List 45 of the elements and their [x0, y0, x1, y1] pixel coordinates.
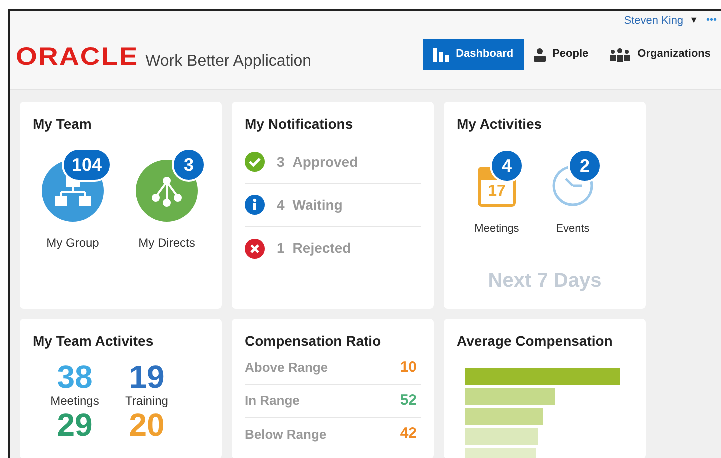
card-title: My Team Activites — [33, 332, 155, 351]
stat-value: 29 — [57, 408, 93, 442]
notification-label: Rejected — [292, 239, 352, 258]
card-title: My Team — [33, 115, 93, 134]
notification-label: Waiting — [292, 196, 343, 215]
people-group-icon — [608, 48, 631, 62]
team-label: My Directs — [138, 235, 196, 252]
card-title: Compensation Ratio — [245, 332, 382, 351]
check-icon — [245, 152, 265, 172]
range-value: 10 — [400, 358, 417, 378]
stat-value: 20 — [129, 408, 165, 442]
range-value: 42 — [400, 424, 417, 444]
range-label: Above Range — [245, 359, 328, 378]
nav-tab[interactable]: Dashboard — [423, 39, 524, 70]
range-value: 52 — [400, 390, 417, 411]
activity-label: Meetings — [474, 222, 520, 237]
card-title: My Notifications — [245, 115, 354, 134]
team-label: My Group — [46, 235, 100, 252]
notification-count: 3 — [277, 152, 285, 172]
notification-count: 4 — [277, 196, 285, 214]
person-icon — [534, 48, 546, 62]
count-badge: 104 — [62, 148, 112, 182]
app-title: Work Better Application — [146, 54, 312, 70]
oracle-logo: ORACLE — [16, 45, 139, 70]
count-badge: 2 — [568, 149, 602, 183]
bar-chart-icon — [433, 48, 450, 62]
card-title: My Activities — [457, 115, 544, 134]
calendar-day: 17 — [481, 180, 513, 204]
stat-label: Meetings — [50, 394, 100, 408]
range-label: Below Range — [245, 426, 327, 444]
activity-label: Events — [556, 222, 590, 237]
stat-value: 38 — [57, 360, 93, 394]
count-badge: 3 — [172, 148, 206, 182]
notification-label: Approved — [292, 152, 358, 172]
info-icon — [245, 195, 265, 215]
stat-value: 19 — [129, 360, 165, 394]
stat-label: Training — [126, 394, 168, 408]
caret-icon: ▼ — [690, 14, 698, 28]
period-label: Next 7 Days — [487, 268, 603, 294]
count-badge: 4 — [490, 149, 524, 183]
user-menu[interactable]: Steven King ▼ — [624, 12, 698, 29]
card-title: Average Compensation — [457, 332, 614, 351]
error-icon — [245, 238, 265, 258]
range-label: In Range — [245, 392, 300, 410]
notification-count: 1 — [277, 239, 285, 258]
